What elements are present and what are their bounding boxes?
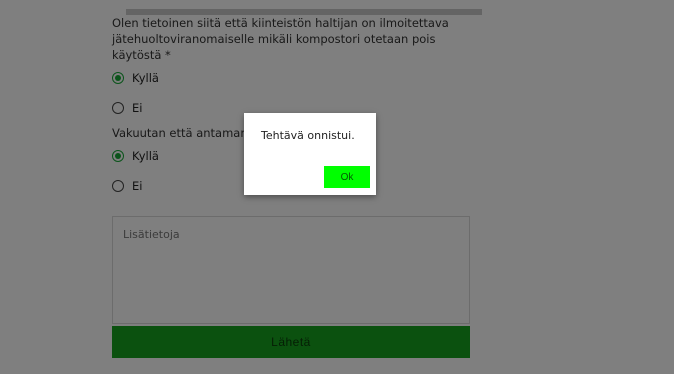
dialog-message: Tehtävä onnistui. — [261, 129, 355, 142]
success-dialog: Tehtävä onnistui. Ok — [244, 113, 376, 195]
ok-button[interactable]: Ok — [324, 166, 370, 188]
